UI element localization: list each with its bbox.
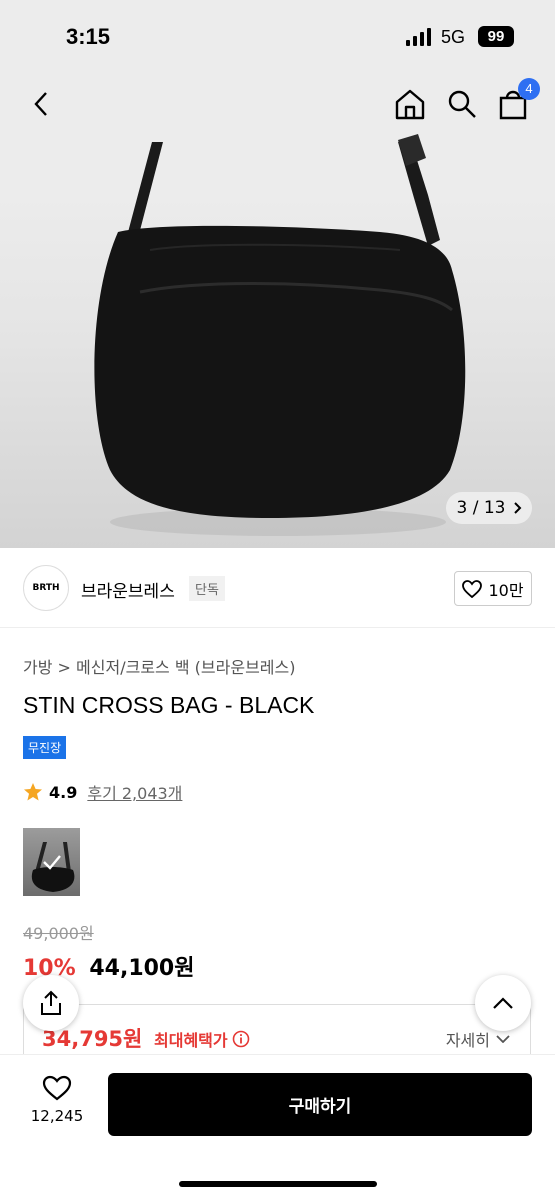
- battery-indicator: 99: [478, 26, 514, 47]
- cart-button[interactable]: 4: [496, 78, 540, 122]
- product-title: STIN CROSS BAG - BLACK: [23, 692, 315, 718]
- search-icon: [448, 90, 476, 118]
- breadcrumb: 가방 > 메신저/크로스 백 (브라운브레스): [23, 654, 295, 678]
- original-price: 49,000원: [23, 924, 94, 943]
- breadcrumb-brand[interactable]: (브라운브레스): [195, 658, 296, 677]
- brand-like-button[interactable]: 10만: [454, 571, 532, 606]
- image-counter[interactable]: 3 / 13: [446, 492, 532, 524]
- scroll-top-button[interactable]: [475, 975, 531, 1031]
- rating-value: 4.9: [49, 782, 78, 802]
- share-icon: [41, 990, 61, 1015]
- brand-like-count: 10만: [488, 580, 524, 600]
- wishlist-button[interactable]: 12,245: [24, 1075, 90, 1125]
- network-label: 5G: [441, 27, 466, 47]
- image-separator: /: [472, 498, 479, 518]
- cart-count-badge: 4: [518, 78, 540, 100]
- star-icon: [24, 783, 42, 801]
- chevron-down-icon: [496, 1035, 510, 1043]
- back-button[interactable]: [26, 88, 56, 120]
- rating-row: 4.9 후기 2,043개: [23, 780, 182, 804]
- max-benefit-label-group: 최대혜택가: [154, 1027, 250, 1051]
- buy-button[interactable]: 구매하기: [108, 1073, 532, 1136]
- brand-logo[interactable]: BRTH: [23, 565, 69, 611]
- heart-icon: [462, 579, 483, 598]
- image-current: 3: [456, 498, 468, 518]
- heart-outline-icon: [42, 1075, 72, 1101]
- share-button[interactable]: [23, 975, 79, 1031]
- image-total: 13: [483, 498, 506, 518]
- chevron-up-icon: [493, 996, 513, 1009]
- chevron-right-icon: [513, 502, 521, 514]
- product-image: [94, 134, 466, 536]
- max-benefit-label: 최대혜택가: [154, 1031, 228, 1050]
- status-bar: 3:15 5G 99: [0, 0, 555, 70]
- details-label: 자세히: [445, 1031, 490, 1050]
- brand-logo-text: BRTH: [32, 583, 60, 593]
- breadcrumb-category[interactable]: 가방: [23, 658, 52, 677]
- brand-name-link[interactable]: 브라운브레스: [81, 577, 175, 602]
- breadcrumb-separator: >: [57, 658, 71, 677]
- wishlist-count: 12,245: [30, 1107, 84, 1125]
- status-time: 3:15: [66, 24, 111, 49]
- product-gallery[interactable]: 3:15 5G 99 4 3 / 13: [0, 0, 555, 548]
- home-button[interactable]: [392, 86, 428, 122]
- bottom-purchase-bar: 12,245 구매하기: [0, 1054, 555, 1200]
- info-icon[interactable]: [232, 1030, 250, 1048]
- review-link[interactable]: 후기 2,043개: [87, 780, 182, 804]
- home-icon: [395, 89, 425, 120]
- chevron-left-icon: [34, 92, 47, 116]
- signal-icon: [406, 28, 431, 46]
- sale-price: 44,100원: [89, 956, 195, 981]
- brand-row: BRTH 브라운브레스 단독 10만: [0, 548, 555, 628]
- exclusive-tag: 단독: [189, 576, 225, 601]
- home-indicator: [179, 1181, 377, 1187]
- search-button[interactable]: [444, 86, 480, 122]
- color-option-thumbnail[interactable]: [23, 828, 80, 896]
- breadcrumb-subcategory[interactable]: 메신저/크로스 백: [76, 658, 190, 677]
- shipping-badge: 무진장: [23, 736, 67, 759]
- selected-check-icon: [23, 828, 80, 896]
